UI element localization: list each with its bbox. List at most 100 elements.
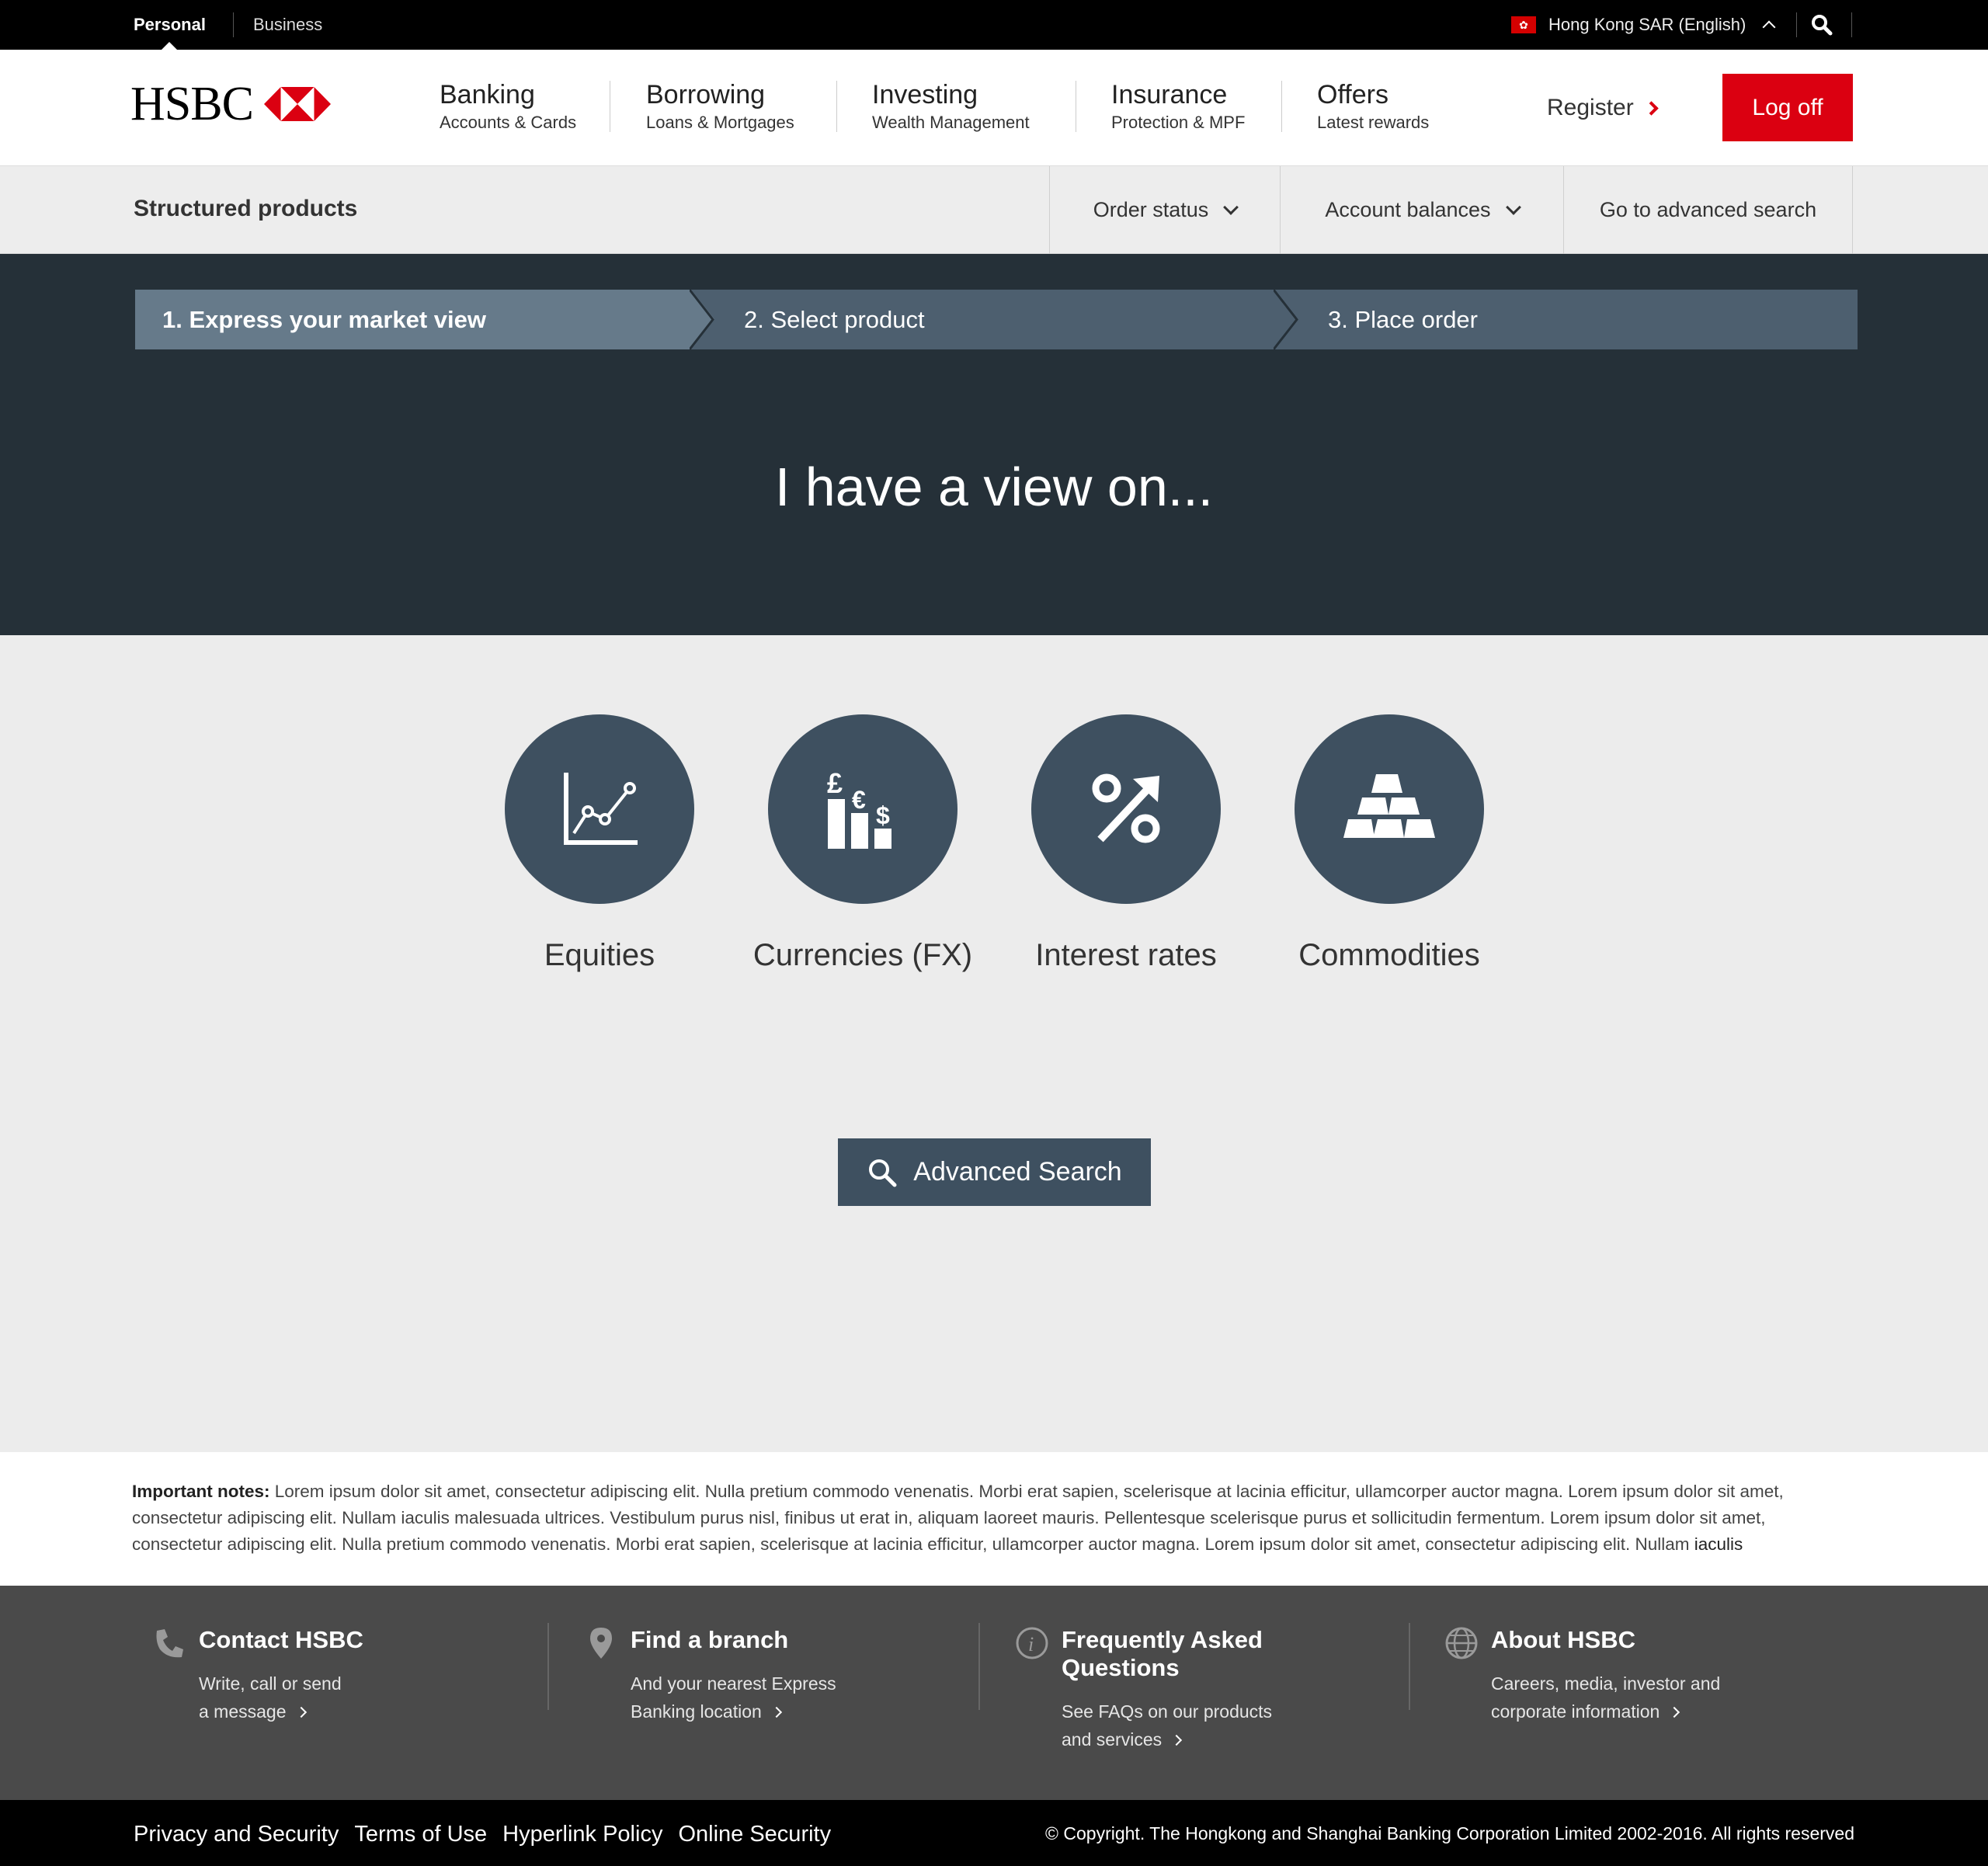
footer-title: Contact HSBC (199, 1626, 363, 1653)
search-icon[interactable] (1809, 12, 1834, 37)
percent-arrow-icon (1092, 773, 1160, 843)
euro-symbol: € (852, 786, 866, 814)
nav-title: Insurance (1111, 80, 1228, 109)
nav-title: Banking (440, 80, 535, 109)
svg-text:i: i (1028, 1633, 1034, 1656)
footer-divider (978, 1623, 980, 1710)
nav-subtitle: Wealth Management (872, 112, 1030, 132)
chevron-right-icon (1171, 1734, 1183, 1746)
chevron-right-icon (295, 1706, 307, 1718)
footer-title: Frequently Asked Questions (1062, 1626, 1318, 1682)
advanced-search-link[interactable]: Go to advanced search (1563, 166, 1852, 254)
notes-tail: iaculis (1694, 1534, 1743, 1554)
nav-borrowing[interactable]: Borrowing Loans & Mortgages (646, 79, 794, 133)
advanced-search-button[interactable]: Advanced Search (838, 1138, 1151, 1206)
nav-banking[interactable]: Banking Accounts & Cards (440, 79, 576, 133)
step-label: 1. Express your market view (162, 305, 487, 333)
footer-divider (547, 1623, 549, 1710)
hsbc-hexagon-icon (263, 87, 331, 121)
dollar-symbol: $ (876, 801, 890, 829)
category-currencies[interactable]: £ € $ Currencies (FX) (746, 714, 979, 973)
divider (1852, 166, 1853, 254)
tab-business[interactable]: Business (253, 0, 322, 50)
hong-kong-flag-icon: ✿ (1511, 16, 1536, 33)
footer-text: Careers, media, investor and (1491, 1673, 1721, 1694)
globe-icon (1445, 1627, 1478, 1659)
footer-link-label: corporate information (1491, 1701, 1660, 1722)
account-balances-dropdown[interactable]: Account balances (1280, 166, 1563, 254)
nav-divider (1281, 81, 1282, 132)
category-circle (505, 714, 694, 904)
footer-link[interactable]: corporate information (1491, 1697, 1747, 1725)
footer-link[interactable]: a message (199, 1697, 455, 1725)
footer-link[interactable]: Banking location (631, 1697, 887, 1725)
sub-navigation: Structured products Order status Account… (0, 166, 1988, 254)
footer-link[interactable]: and services (1062, 1725, 1318, 1753)
hyperlink-policy-link[interactable]: Hyperlink Policy (502, 1822, 662, 1847)
category-label: Currencies (FX) (752, 938, 973, 972)
step-label: 2. Select product (744, 305, 925, 333)
register-link[interactable]: Register (1547, 89, 1659, 127)
footer: Contact HSBC Write, call or send a messa… (0, 1586, 1988, 1800)
footer-link-label: a message (199, 1701, 287, 1722)
footer-title: About HSBC (1491, 1626, 1635, 1653)
privacy-security-link[interactable]: Privacy and Security (134, 1822, 339, 1847)
info-icon: i (1016, 1627, 1048, 1659)
top-bar: Personal Business ✿ Hong Kong SAR (Engli… (0, 0, 1988, 50)
chevron-right-icon (1644, 100, 1659, 116)
logo-text: HSBC (130, 78, 254, 130)
chevron-right-icon (770, 1706, 782, 1718)
notes-paragraph: Important notes: Lorem ipsum dolor sit a… (132, 1479, 1840, 1558)
nav-offers[interactable]: Offers Latest rewards (1317, 79, 1429, 133)
order-status-dropdown[interactable]: Order status (1049, 166, 1280, 254)
advanced-search-label: Advanced Search (913, 1157, 1122, 1187)
pound-symbol: £ (827, 767, 843, 799)
currency-icon: £ € $ (827, 767, 891, 849)
step-separator (690, 290, 714, 349)
important-notes: Important notes: Lorem ipsum dolor sit a… (0, 1452, 1988, 1586)
log-off-button[interactable]: Log off (1722, 74, 1853, 141)
notes-label: Important notes: (132, 1482, 270, 1501)
advanced-search-label: Go to advanced search (1599, 198, 1817, 221)
location-pin-icon (590, 1628, 612, 1659)
footer-title-line: Frequently Asked (1062, 1626, 1263, 1653)
footer-title-line: Questions (1062, 1654, 1180, 1681)
region-selector[interactable]: ✿ Hong Kong SAR (English) (1511, 0, 1776, 50)
category-interest-rates[interactable]: Interest rates (1010, 714, 1242, 973)
nav-subtitle: Accounts & Cards (440, 112, 577, 132)
chevron-down-icon (1223, 199, 1239, 215)
online-security-link[interactable]: Online Security (678, 1822, 831, 1847)
category-circle (1295, 714, 1484, 904)
chevron-up-icon (1762, 20, 1776, 34)
category-label: Equities (544, 938, 655, 972)
hero-section: 1. Express your market view 2. Select pr… (0, 254, 1988, 635)
gold-bars-icon (1343, 774, 1435, 838)
region-label: Hong Kong SAR (English) (1548, 15, 1746, 34)
progress-steps: 1. Express your market view 2. Select pr… (135, 290, 1858, 349)
divider (233, 12, 234, 37)
step-label: 3. Place order (1328, 305, 1478, 333)
phone-icon (156, 1629, 183, 1658)
divider (1796, 12, 1797, 37)
step-select-product[interactable]: 2. Select product (744, 290, 925, 349)
nav-subtitle: Loans & Mortgages (646, 112, 794, 132)
category-circle: £ € $ (768, 714, 958, 904)
nav-insurance[interactable]: Insurance Protection & MPF (1111, 79, 1245, 133)
hsbc-logo[interactable]: HSBC (130, 78, 331, 130)
copyright-text: © Copyright. The Hongkong and Shanghai B… (1045, 1823, 1854, 1843)
nav-investing[interactable]: Investing Wealth Management (872, 79, 1030, 133)
search-icon (869, 1159, 897, 1187)
bottom-bar: Privacy and Security Terms of Use Hyperl… (0, 1800, 1988, 1866)
terms-of-use-link[interactable]: Terms of Use (354, 1822, 487, 1847)
nav-title: Offers (1317, 80, 1388, 109)
category-commodities[interactable]: Commodities (1273, 714, 1506, 973)
chevron-down-icon (1505, 199, 1521, 215)
nav-subtitle: Protection & MPF (1111, 112, 1246, 132)
category-equities[interactable]: Equities (483, 714, 716, 973)
tab-personal[interactable]: Personal (134, 0, 206, 50)
hero-title: I have a view on... (774, 457, 1214, 517)
nav-subtitle: Latest rewards (1317, 112, 1430, 132)
footer-link-label: and services (1062, 1729, 1163, 1750)
step-express-market-view[interactable]: 1. Express your market view (135, 290, 714, 349)
step-place-order[interactable]: 3. Place order (1328, 290, 1478, 349)
